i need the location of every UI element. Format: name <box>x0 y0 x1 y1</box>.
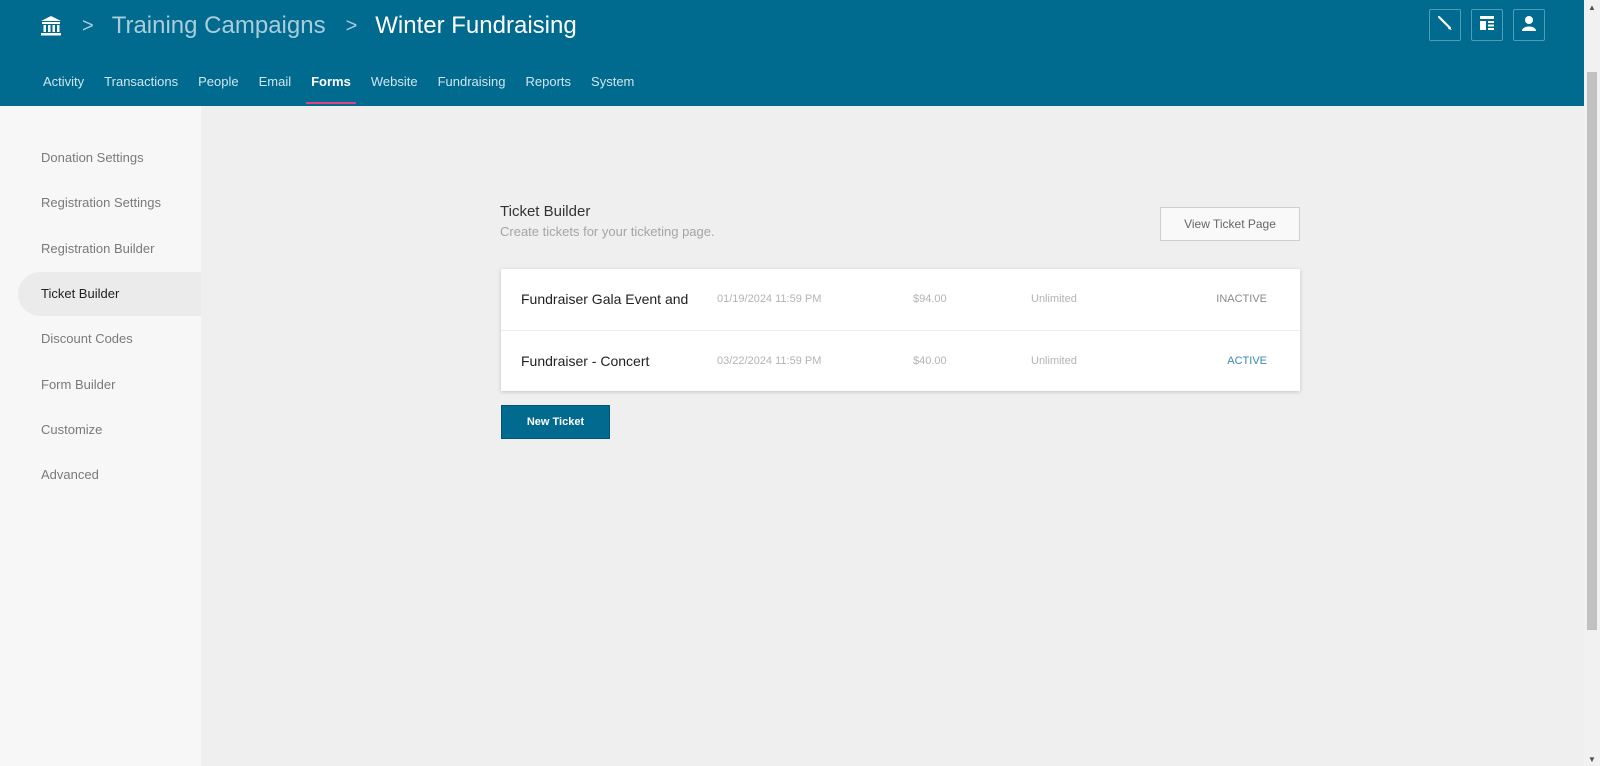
scroll-up-arrow-icon[interactable]: ▲ <box>1584 0 1600 14</box>
ticket-name: Fundraiser Gala Event and D <box>521 291 693 307</box>
institution-icon[interactable] <box>40 15 62 37</box>
ticket-price: $40.00 <box>913 355 947 367</box>
pen-button[interactable] <box>1429 9 1461 41</box>
ticket-price: $94.00 <box>913 293 947 305</box>
ticket-date: 03/22/2024 11:59 PM <box>717 355 822 367</box>
scroll-down-arrow-icon[interactable]: ▼ <box>1584 752 1600 766</box>
ticket-status: ACTIVE <box>1227 355 1267 367</box>
nav-fundraising[interactable]: Fundraising <box>428 62 516 104</box>
top-header: > Training Campaigns > Winter Fundraisin… <box>0 0 1584 106</box>
sidebar-item-registration-settings[interactable]: Registration Settings <box>18 181 201 225</box>
nav-email[interactable]: Email <box>249 62 302 104</box>
sidebar-item-advanced[interactable]: Advanced <box>18 453 201 497</box>
scrollbar-thumb[interactable] <box>1587 72 1597 630</box>
breadcrumb-separator: > <box>82 14 94 37</box>
view-ticket-page-button[interactable]: View Ticket Page <box>1160 207 1300 241</box>
nav-transactions[interactable]: Transactions <box>94 62 188 104</box>
sidebar-item-discount-codes[interactable]: Discount Codes <box>18 317 201 361</box>
nav-reports[interactable]: Reports <box>516 62 582 104</box>
breadcrumb-training-campaigns[interactable]: Training Campaigns <box>112 12 326 40</box>
scrollbar[interactable]: ▲ ▼ <box>1584 0 1600 766</box>
pen-icon <box>1436 14 1454 37</box>
ticket-status: INACTIVE <box>1216 293 1267 305</box>
layout-button[interactable] <box>1471 9 1503 41</box>
nav-forms[interactable]: Forms <box>301 62 361 104</box>
user-icon <box>1520 14 1538 37</box>
nav-website[interactable]: Website <box>361 62 428 104</box>
sidebar-item-ticket-builder[interactable]: Ticket Builder <box>18 272 201 316</box>
ticket-row[interactable]: Fundraiser Gala Event and D 01/19/2024 1… <box>501 269 1300 330</box>
sidebar-item-customize[interactable]: Customize <box>18 408 201 452</box>
sidebar-item-form-builder[interactable]: Form Builder <box>18 363 201 407</box>
nav-system[interactable]: System <box>581 62 644 104</box>
main-nav: Activity Transactions People Email Forms… <box>33 62 644 104</box>
sidebar-item-donation-settings[interactable]: Donation Settings <box>18 136 201 180</box>
header-tools <box>1429 9 1545 41</box>
breadcrumb: > Training Campaigns > Winter Fundraisin… <box>40 8 577 44</box>
breadcrumb-separator: > <box>345 14 358 37</box>
new-ticket-button[interactable]: New Ticket <box>501 405 610 439</box>
sidebar-item-registration-builder[interactable]: Registration Builder <box>18 227 201 271</box>
ticket-quantity: Unlimited <box>1031 355 1077 367</box>
ticket-list: Fundraiser Gala Event and D 01/19/2024 1… <box>501 269 1300 391</box>
ticket-date: 01/19/2024 11:59 PM <box>717 293 822 305</box>
ticket-row[interactable]: Fundraiser - Concert 03/22/2024 11:59 PM… <box>501 330 1300 392</box>
nav-people[interactable]: People <box>188 62 248 104</box>
page-title: Ticket Builder <box>500 203 591 220</box>
layout-icon <box>1478 14 1496 37</box>
ticket-name: Fundraiser - Concert <box>521 353 650 369</box>
breadcrumb-current: Winter Fundraising <box>375 12 577 39</box>
ticket-quantity: Unlimited <box>1031 293 1077 305</box>
user-button[interactable] <box>1513 9 1545 41</box>
nav-activity[interactable]: Activity <box>33 62 94 104</box>
sidebar: Donation Settings Registration Settings … <box>0 106 201 766</box>
page-subtitle: Create tickets for your ticketing page. <box>500 224 715 239</box>
